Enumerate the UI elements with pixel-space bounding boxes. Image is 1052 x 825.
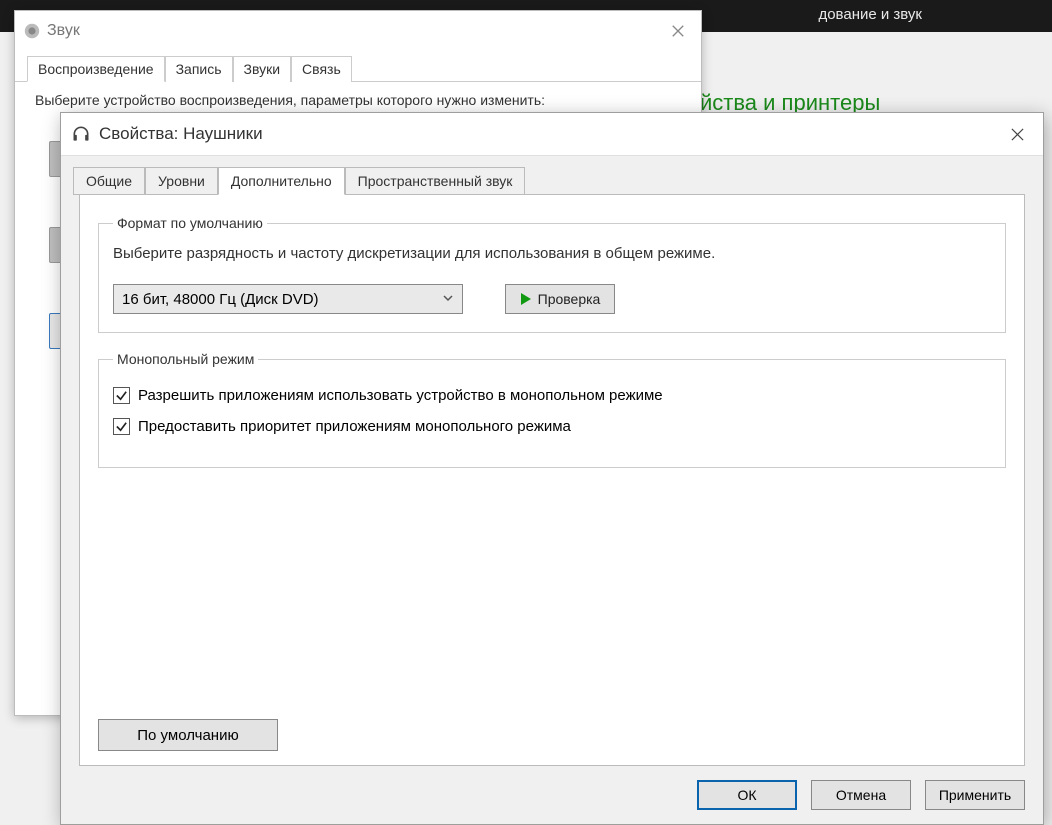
properties-body: Общие Уровни Дополнительно Пространствен… (61, 155, 1043, 824)
priority-exclusive-label: Предоставить приоритет приложениям моноп… (138, 418, 571, 435)
priority-exclusive-row[interactable]: Предоставить приоритет приложениям моноп… (113, 418, 991, 435)
tab-spatial-sound[interactable]: Пространственный звук (345, 167, 526, 195)
default-format-select[interactable]: 16 бит, 48000 Гц (Диск DVD) (113, 284, 463, 314)
exclusive-mode-group: Монопольный режим Разрешить приложениям … (98, 351, 1006, 468)
default-format-description: Выберите разрядность и частоту дискретиз… (113, 243, 991, 264)
properties-titlebar[interactable]: Свойства: Наушники (61, 113, 1043, 155)
cancel-button[interactable]: Отмена (811, 780, 911, 810)
allow-exclusive-row[interactable]: Разрешить приложениям использовать устро… (113, 387, 991, 404)
tab-advanced[interactable]: Дополнительно (218, 167, 345, 195)
chevron-down-icon (442, 291, 454, 308)
sound-titlebar[interactable]: Звук (15, 11, 701, 51)
properties-window-title: Свойства: Наушники (99, 124, 263, 144)
background-topbar-text: дование и звук (818, 6, 922, 23)
allow-exclusive-checkbox[interactable] (113, 387, 130, 404)
exclusive-mode-legend: Монопольный режим (113, 351, 258, 367)
restore-defaults-button[interactable]: По умолчанию (98, 719, 278, 751)
sound-tab-playback[interactable]: Воспроизведение (27, 56, 165, 82)
default-format-selected-value: 16 бит, 48000 Гц (Диск DVD) (122, 291, 319, 308)
properties-tabs: Общие Уровни Дополнительно Пространствен… (73, 166, 1025, 194)
headphones-icon (71, 124, 91, 144)
sound-tabs: Воспроизведение Запись Звуки Связь (15, 51, 701, 82)
apply-button[interactable]: Применить (925, 780, 1025, 810)
test-button[interactable]: Проверка (505, 284, 615, 314)
test-button-label: Проверка (538, 291, 601, 307)
dialog-buttons: ОК Отмена Применить (697, 780, 1025, 810)
ok-button[interactable]: ОК (697, 780, 797, 810)
sound-close-button[interactable] (663, 16, 693, 46)
properties-close-button[interactable] (1001, 118, 1033, 150)
sound-tab-recording[interactable]: Запись (165, 56, 233, 82)
sound-tab-communications[interactable]: Связь (291, 56, 352, 82)
tab-general[interactable]: Общие (73, 167, 145, 195)
allow-exclusive-label: Разрешить приложениям использовать устро… (138, 387, 663, 404)
speaker-icon (23, 22, 41, 40)
sound-window-title: Звук (47, 22, 80, 40)
sound-tab-sounds[interactable]: Звуки (233, 56, 292, 82)
sound-tab-description: Выберите устройство воспроизведения, пар… (15, 82, 701, 108)
tab-levels[interactable]: Уровни (145, 167, 218, 195)
priority-exclusive-checkbox[interactable] (113, 418, 130, 435)
properties-window: Свойства: Наушники Общие Уровни Дополнит… (60, 112, 1044, 825)
default-format-legend: Формат по умолчанию (113, 215, 267, 231)
play-icon (520, 292, 532, 306)
tab-advanced-content: Формат по умолчанию Выберите разрядность… (79, 194, 1025, 766)
default-format-group: Формат по умолчанию Выберите разрядность… (98, 215, 1006, 333)
